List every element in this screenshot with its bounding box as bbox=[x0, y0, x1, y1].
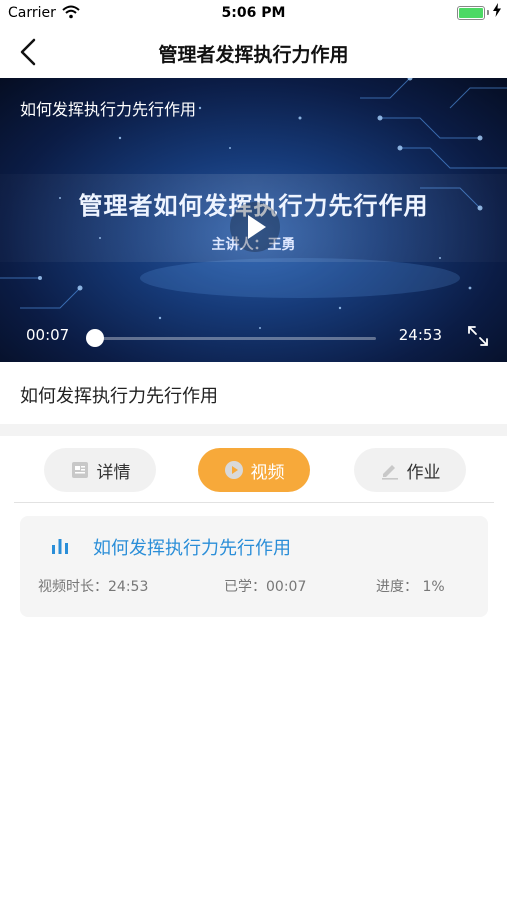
battery-tip bbox=[487, 10, 489, 15]
video-overlay-title: 如何发挥执行力先行作用 bbox=[20, 100, 197, 119]
document-icon bbox=[71, 462, 88, 478]
charging-bolt-icon bbox=[493, 3, 501, 17]
progress-track[interactable] bbox=[94, 337, 376, 340]
video-item-title: 如何发挥执行力先行作用 bbox=[93, 538, 291, 559]
fullscreen-icon[interactable] bbox=[467, 325, 489, 347]
lesson-title: 如何发挥执行力先行作用 bbox=[20, 386, 218, 407]
video-list-item[interactable]: 如何发挥执行力先行作用 视频时长：24:53 已学：00:07 进度： 1% bbox=[20, 516, 488, 617]
tab-homework-label: 作业 bbox=[406, 462, 441, 483]
tab-details-label: 详情 bbox=[96, 462, 131, 483]
tabs-divider bbox=[14, 502, 494, 503]
progress-thumb[interactable] bbox=[86, 329, 105, 347]
audio-bars-icon bbox=[52, 539, 68, 554]
section-separator bbox=[0, 424, 507, 436]
video-progress: 进度： 1% bbox=[376, 579, 445, 595]
video-duration: 视频时长：24:53 bbox=[38, 579, 149, 595]
pencil-icon bbox=[381, 465, 398, 480]
video-studied: 已学：00:07 bbox=[224, 579, 307, 595]
total-time: 24:53 bbox=[398, 326, 442, 344]
play-icon bbox=[248, 215, 266, 239]
tab-bar: 详情 视频 作业 bbox=[0, 448, 507, 492]
tab-homework[interactable]: 作业 bbox=[354, 448, 466, 492]
video-player[interactable]: 如何发挥执行力先行作用 管理者如何发挥执行力先行作用 主讲人：王勇 00:07 … bbox=[0, 78, 507, 362]
page-title: 管理者发挥执行力作用 bbox=[158, 44, 349, 66]
tab-video[interactable]: 视频 bbox=[198, 448, 310, 492]
video-controls: 00:07 24:53 bbox=[0, 316, 507, 362]
current-time: 00:07 bbox=[26, 326, 70, 344]
battery-icon bbox=[457, 6, 485, 20]
status-time: 5:06 PM bbox=[221, 5, 286, 21]
nav-bar: 管理者发挥执行力作用 bbox=[0, 28, 507, 78]
tab-details[interactable]: 详情 bbox=[44, 448, 156, 492]
play-circle-icon bbox=[224, 461, 243, 479]
status-bar: Carrier 5:06 PM bbox=[0, 0, 507, 28]
play-button[interactable] bbox=[230, 202, 280, 252]
tab-video-label: 视频 bbox=[250, 462, 285, 483]
